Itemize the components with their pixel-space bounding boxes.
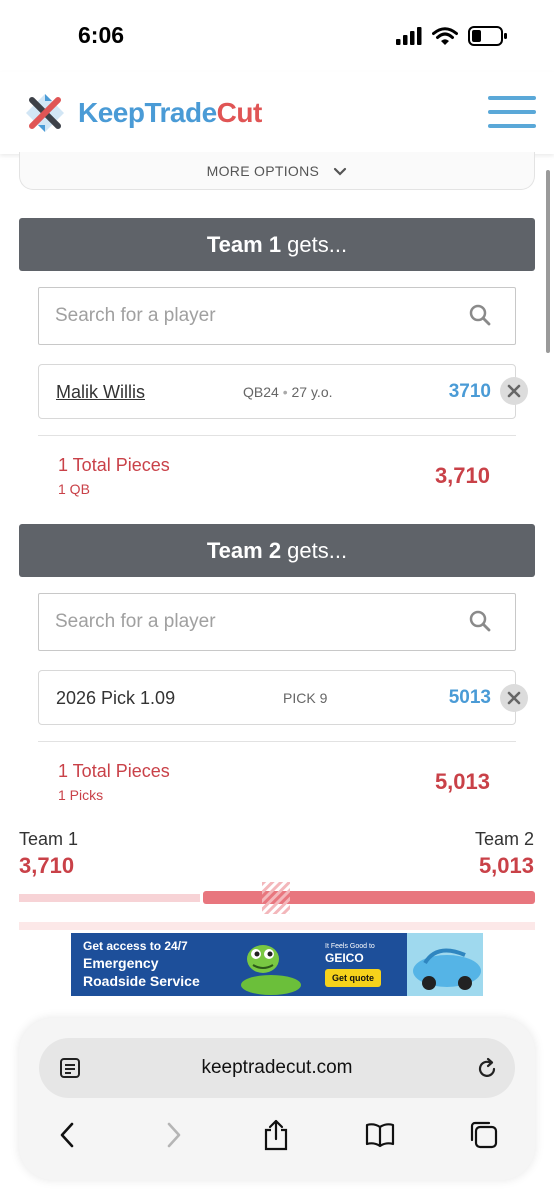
pick-info: PICK 9: [283, 690, 328, 706]
brand-part-keep: Keep: [78, 97, 145, 128]
compare-team2-value: 5,013: [478, 853, 534, 878]
back-icon[interactable]: [57, 1121, 79, 1149]
player-position-rank: QB24: [243, 384, 279, 400]
team2-pieces-breakdown: 1 Picks: [58, 787, 104, 803]
team2-header: Team 2 gets...: [19, 524, 535, 577]
more-options-button[interactable]: MORE OPTIONS: [19, 152, 535, 190]
team2-gets: gets...: [281, 538, 348, 563]
player-position: QB24 • 27 y.o.: [243, 384, 333, 400]
address-bar[interactable]: keeptradecut.com: [39, 1038, 515, 1098]
team2-player-row: 2026 Pick 1.09 PICK 9 5013: [38, 670, 516, 725]
team2-search-input[interactable]: Search for a player: [38, 593, 516, 651]
search-icon[interactable]: [469, 304, 491, 326]
battery-icon: [468, 26, 507, 46]
browser-toolbar: keeptradecut.com: [19, 1018, 535, 1180]
team1-gets: gets...: [281, 232, 348, 257]
signal-icon: [396, 27, 422, 45]
pick-value: 5013: [448, 687, 491, 708]
team1-header: Team 1 gets...: [19, 218, 535, 271]
ktc-logo-icon: [26, 94, 64, 132]
status-time: 6:06: [78, 22, 125, 48]
team2-pieces-count: 1 Total Pieces: [58, 761, 170, 781]
divider: [38, 741, 516, 742]
balance-marker: [262, 882, 290, 914]
remove-player-button[interactable]: [500, 377, 528, 405]
team1-pieces-breakdown: 1 QB: [58, 481, 90, 497]
url-text[interactable]: keeptradecut.com: [39, 1057, 515, 1079]
status-icons: [396, 26, 508, 46]
brand-name: KeepTradeCut: [78, 97, 262, 129]
brand-part-cut: Cut: [216, 97, 263, 128]
team1-search-input[interactable]: Search for a player: [38, 287, 516, 345]
team2-share-segment: [203, 891, 535, 904]
team1-player-row: Malik Willis QB24 • 27 y.o. 3710: [38, 364, 516, 419]
site-header: KeepTradeCut: [0, 72, 554, 154]
compare-team1-value: 3,710: [19, 853, 75, 878]
ad-line3: Roadside Service: [83, 973, 200, 989]
logo[interactable]: KeepTradeCut: [24, 92, 262, 134]
ad-tagline: It Feels Good to: [325, 943, 375, 950]
info-separator: •: [282, 384, 288, 400]
ad-cta-button[interactable]: Get quote: [325, 969, 381, 987]
team1-search-placeholder: Search for a player: [55, 305, 216, 326]
bookmarks-icon[interactable]: [365, 1122, 395, 1148]
hamburger-menu-icon[interactable]: [488, 96, 536, 132]
share-icon[interactable]: [262, 1118, 290, 1152]
more-options-label: MORE OPTIONS: [206, 163, 320, 179]
team1-title: Team 1: [206, 232, 282, 257]
forward-icon[interactable]: [162, 1121, 184, 1149]
gecko-mascot-icon: [241, 945, 301, 995]
tabs-icon[interactable]: [469, 1120, 499, 1150]
brand-part-trade: Trade: [144, 97, 217, 128]
reload-icon[interactable]: [475, 1057, 499, 1081]
car-icon: [413, 948, 481, 990]
geico-ad-banner[interactable]: Get access to 24/7 Emergency Roadside Se…: [71, 933, 483, 996]
team2-total-value: 5,013: [434, 769, 490, 794]
team2-title: Team 2: [206, 538, 282, 563]
player-age: 27 y.o.: [291, 384, 333, 400]
search-icon[interactable]: [469, 610, 491, 632]
close-icon: [507, 384, 521, 398]
chevron-down-icon: [334, 168, 347, 176]
team2-search-placeholder: Search for a player: [55, 611, 216, 632]
divider: [38, 435, 516, 436]
ad-line2: Emergency: [83, 955, 159, 971]
compare-team1-label: Team 1: [19, 829, 79, 849]
team1-share-segment: [19, 894, 200, 902]
page-scrollbar[interactable]: [546, 170, 550, 353]
compare-team2-label: Team 2: [474, 829, 534, 849]
player-name-link[interactable]: Malik Willis: [56, 382, 145, 403]
wifi-icon: [432, 26, 458, 45]
ad-car-image: [407, 933, 483, 996]
ad-brand: GEICO: [325, 951, 364, 965]
team1-total-value: 3,710: [434, 463, 490, 488]
close-icon: [507, 691, 521, 705]
player-value: 3710: [448, 381, 491, 402]
remove-pick-button[interactable]: [500, 684, 528, 712]
ad-line1: Get access to 24/7: [83, 939, 188, 953]
team1-pieces-count: 1 Total Pieces: [58, 455, 170, 475]
pick-name: 2026 Pick 1.09: [56, 688, 176, 708]
